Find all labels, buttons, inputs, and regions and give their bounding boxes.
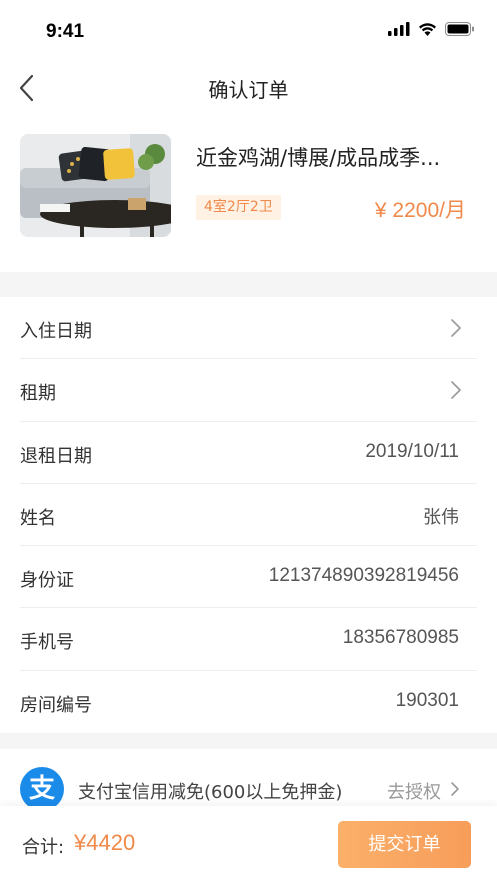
nav-bar: 确认订单 <box>0 60 497 116</box>
phone-value: 18356780985 <box>342 627 459 649</box>
name-label: 姓名 <box>20 507 56 529</box>
form-row-phone: 手机号 18356780985 <box>20 608 477 671</box>
room-number-label: 房间编号 <box>20 694 92 716</box>
bottom-bar: 合计: ¥4420 提交订单 <box>0 806 497 883</box>
status-bar: 9:41 <box>0 0 497 60</box>
wifi-icon <box>419 23 436 36</box>
chevron-right-icon <box>451 319 461 337</box>
page-title: 确认订单 <box>208 78 289 102</box>
form-row-room-number: 房间编号 190301 <box>20 671 477 733</box>
total-amount: ¥4420 <box>74 830 136 855</box>
house-card: 近金鸡湖/博展/成品成季... 4室2厅2卫 ¥ 2200/月 <box>0 116 497 394</box>
checkout-date-value: 2019/10/11 <box>365 440 459 462</box>
lease-term-label: 租期 <box>20 383 56 405</box>
form-row-lease-term[interactable]: 租期 <box>20 359 477 422</box>
form-row-checkout-date: 退租日期 2019/10/11 <box>20 422 477 484</box>
house-price: ¥ 2200/月 <box>374 199 466 222</box>
form-row-id-card: 身份证 121374890392819456 <box>20 546 477 609</box>
signal-icon <box>388 22 410 36</box>
id-card-label: 身份证 <box>20 570 74 592</box>
chevron-right-icon <box>451 381 461 400</box>
house-photo <box>20 134 171 237</box>
total-label: 合计: <box>22 837 65 858</box>
name-value: 张伟 <box>423 506 459 528</box>
status-icons <box>388 22 475 36</box>
checkin-date-label: 入住日期 <box>20 321 92 342</box>
order-form: 入住日期 租期 退租日期 2019/10/11 姓名 张伟 身份证 121374… <box>0 297 497 733</box>
phone-label: 手机号 <box>20 632 74 654</box>
alipay-credit-row[interactable]: 支 支付宝信用减免(600以上免押金) 去授权 <box>0 749 497 811</box>
alipay-icon: 支 <box>20 767 64 811</box>
id-card-value: 121374890392819456 <box>268 565 459 587</box>
alipay-credit-text: 支付宝信用减免(600以上免押金) <box>78 782 343 803</box>
house-title: 近金鸡湖/博展/成品成季... <box>196 146 441 170</box>
submit-order-button[interactable]: 提交订单 <box>338 821 471 868</box>
room-type-badge: 4室2厅2卫 <box>196 195 281 220</box>
checkout-date-label: 退租日期 <box>20 445 92 467</box>
battery-icon <box>445 22 474 36</box>
form-row-checkin-date[interactable]: 入住日期 <box>20 297 477 360</box>
chevron-right-icon <box>451 782 459 796</box>
authorize-link[interactable]: 去授权 <box>387 778 441 804</box>
room-number-value: 190301 <box>395 689 459 711</box>
status-time: 9:41 <box>46 21 85 42</box>
form-row-name: 姓名 张伟 <box>20 484 477 547</box>
